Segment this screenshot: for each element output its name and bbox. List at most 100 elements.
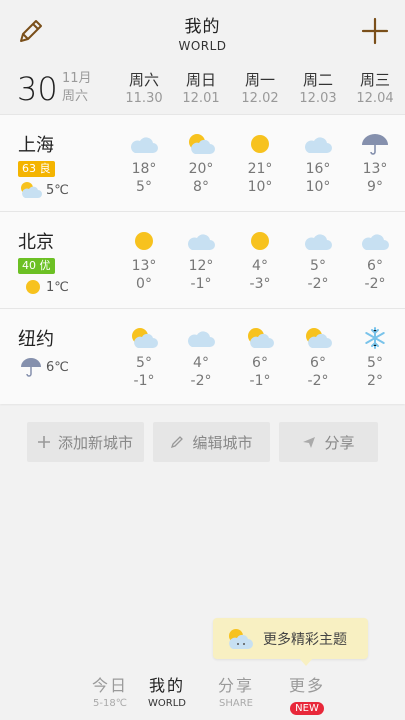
forecast-high: 13° bbox=[362, 161, 388, 177]
forecast-high: 6° bbox=[367, 258, 383, 274]
forecast-high: 21° bbox=[247, 161, 273, 177]
forecast-date: 12.03 bbox=[299, 91, 337, 106]
bottom-tab-bar: 今日 5-18℃ 我的 WORLD 分享 SHARE 更多 NEW bbox=[0, 672, 405, 720]
city-card-shanghai[interactable]: 上海 63 良 5℃ 18° 5° 20° 8° 21° 10° 16° 10° bbox=[0, 114, 405, 210]
city-list: 上海 63 良 5℃ 18° 5° 20° 8° 21° 10° 16° 10° bbox=[0, 114, 405, 404]
partly-cloudy-icon bbox=[21, 182, 42, 198]
partly-cloudy-icon bbox=[229, 628, 253, 649]
tab-sublabel: WORLD bbox=[148, 698, 186, 709]
tab-today[interactable]: 今日 5-18℃ bbox=[78, 676, 142, 711]
tab-share[interactable]: 分享 SHARE bbox=[204, 676, 268, 711]
share-label: 分享 bbox=[324, 433, 355, 452]
forecast-cell: 12° -1° bbox=[171, 230, 231, 293]
forecast-day-header: 周三 12.04 bbox=[345, 71, 405, 108]
add-city-label: 添加新城市 bbox=[57, 433, 133, 452]
sun-icon bbox=[26, 280, 40, 294]
edit-city-label: 编辑城市 bbox=[192, 433, 253, 452]
new-badge: NEW bbox=[290, 702, 324, 715]
forecast-cell: 5° -2° bbox=[288, 230, 348, 293]
date-bar: 30 11月 周六 周六 11.30 周日 12.01 周一 12.02 周二 … bbox=[0, 62, 405, 114]
plus-icon bbox=[37, 436, 50, 448]
forecast-low: -2° bbox=[190, 373, 212, 389]
cloud-icon bbox=[188, 234, 215, 250]
aqi-badge: 63 良 bbox=[18, 161, 55, 177]
current-temp: 6℃ bbox=[46, 359, 69, 375]
more-themes-tooltip[interactable]: 更多精彩主题 bbox=[213, 618, 368, 659]
forecast-high: 18° bbox=[131, 161, 157, 177]
forecast-high: 5° bbox=[310, 258, 326, 274]
partly-cloudy-icon bbox=[306, 328, 332, 348]
sun-icon bbox=[135, 232, 153, 250]
forecast-low: 9° bbox=[367, 179, 383, 195]
tab-more[interactable]: 更多 NEW bbox=[275, 676, 339, 715]
tab-world[interactable]: 我的 WORLD bbox=[135, 676, 199, 711]
add-plus-icon[interactable] bbox=[358, 14, 392, 48]
forecast-weekday: 周一 bbox=[244, 71, 275, 89]
forecast-high: 20° bbox=[188, 161, 214, 177]
forecast-cell: 20° 8° bbox=[171, 133, 231, 196]
city-name: 北京 bbox=[18, 232, 54, 253]
action-bar: 添加新城市 编辑城市 分享 bbox=[0, 420, 405, 464]
forecast-cell: 4° -2° bbox=[171, 327, 231, 390]
tab-sublabel: 5-18℃ bbox=[93, 698, 127, 709]
today-month: 11月 bbox=[62, 71, 92, 86]
forecast-high: 5° bbox=[367, 355, 383, 371]
more-themes-label: 更多精彩主题 bbox=[263, 631, 347, 648]
add-city-button[interactable]: 添加新城市 bbox=[27, 422, 144, 462]
forecast-day-header: 周一 12.02 bbox=[230, 71, 290, 108]
forecast-high: 4° bbox=[193, 355, 209, 371]
tab-label: 更多 bbox=[288, 676, 325, 695]
forecast-cell: 6° -1° bbox=[230, 327, 290, 390]
cloud-icon bbox=[131, 137, 158, 153]
forecast-low: 2° bbox=[367, 373, 383, 389]
forecast-cell: 13° 9° bbox=[345, 133, 405, 196]
cloud-icon bbox=[188, 331, 215, 347]
top-bar: 我的 WORLD bbox=[0, 0, 405, 62]
page-title-en: WORLD bbox=[178, 39, 227, 53]
forecast-high: 12° bbox=[188, 258, 214, 274]
forecast-cell: 21° 10° bbox=[230, 133, 290, 196]
forecast-cell: 6° -2° bbox=[345, 230, 405, 293]
pencil-icon bbox=[171, 436, 184, 449]
cloud-icon bbox=[305, 137, 332, 153]
page-title: 我的 WORLD bbox=[0, 12, 405, 53]
forecast-high: 4° bbox=[252, 258, 268, 274]
forecast-low: 10° bbox=[247, 179, 273, 195]
forecast-low: 5° bbox=[136, 179, 152, 195]
cloud-icon bbox=[362, 234, 389, 250]
edit-city-button[interactable]: 编辑城市 bbox=[153, 422, 270, 462]
forecast-day-header: 周日 12.01 bbox=[171, 71, 231, 108]
sun-icon bbox=[251, 135, 269, 153]
today-weekday: 周六 bbox=[62, 89, 89, 104]
forecast-low: -3° bbox=[249, 276, 271, 292]
forecast-weekday: 周二 bbox=[302, 71, 333, 89]
send-icon bbox=[303, 437, 316, 448]
share-button[interactable]: 分享 bbox=[279, 422, 378, 462]
forecast-weekday: 周三 bbox=[359, 71, 390, 89]
snowflake-icon bbox=[365, 327, 385, 349]
tab-sublabel: SHARE bbox=[219, 698, 253, 709]
current-temp: 5℃ bbox=[46, 182, 69, 198]
forecast-low: -2° bbox=[307, 373, 329, 389]
forecast-date: 11.30 bbox=[125, 91, 163, 106]
forecast-high: 6° bbox=[310, 355, 326, 371]
forecast-cell: 5° 2° bbox=[345, 327, 405, 390]
forecast-weekday: 周六 bbox=[128, 71, 159, 89]
forecast-day-header: 周六 11.30 bbox=[114, 71, 174, 108]
forecast-weekday: 周日 bbox=[185, 71, 216, 89]
city-card-beijing[interactable]: 北京 40 优 1℃ 13° 0° 12° -1° 4° -3° 5° -2° bbox=[0, 211, 405, 307]
tab-label: 今日 bbox=[91, 676, 128, 695]
forecast-low: -1° bbox=[249, 373, 271, 389]
forecast-cell: 18° 5° bbox=[114, 133, 174, 196]
forecast-low: 10° bbox=[305, 179, 331, 195]
current-weather: 1℃ bbox=[24, 278, 69, 296]
city-card-new-york[interactable]: 纽约 6℃ 5° -1° 4° -2° 6° -1° 6° -2° 5° 2° bbox=[0, 308, 405, 404]
forecast-high: 13° bbox=[131, 258, 157, 274]
current-weather: 6℃ bbox=[20, 357, 69, 377]
forecast-low: 8° bbox=[193, 179, 209, 195]
sun-icon bbox=[251, 232, 269, 250]
forecast-low: -1° bbox=[190, 276, 212, 292]
forecast-low: -2° bbox=[364, 276, 386, 292]
forecast-low: -1° bbox=[133, 373, 155, 389]
umbrella-icon bbox=[362, 134, 388, 155]
